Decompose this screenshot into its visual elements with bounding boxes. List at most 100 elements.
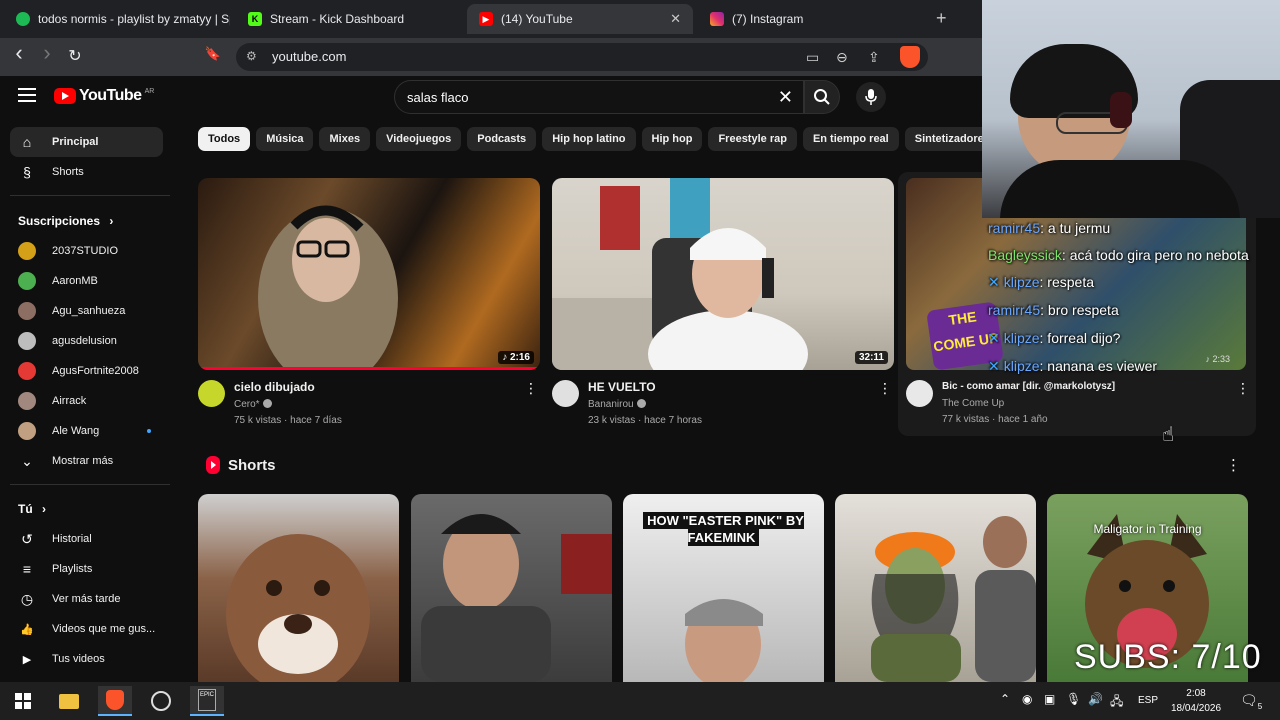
taskbar-epic-games[interactable]: EPIC <box>190 686 224 716</box>
browser-toolbar: ‹ › ↻ 🔖 ⚙ youtube.com ▭ ⊖ ⇪ <box>0 38 982 76</box>
forward-icon[interactable]: › <box>36 40 58 66</box>
sidebar-item-subscription[interactable]: Ale Wang <box>10 416 163 446</box>
short-card[interactable] <box>198 494 399 682</box>
sidebar-item-principal[interactable]: ⌂ Principal <box>10 127 163 157</box>
system-clock[interactable]: 2:08 18/04/2026 <box>1170 686 1222 716</box>
microphone-tray-icon[interactable]: 🎙 <box>1066 692 1081 706</box>
chip-todos[interactable]: Todos <box>198 127 251 151</box>
video-thumbnail[interactable]: ♪ 2:16 <box>198 178 540 370</box>
discord-icon[interactable]: ◉ <box>1022 692 1032 706</box>
sidebar-item-subscription[interactable]: Agu_sanhueza <box>10 296 163 326</box>
chip[interactable]: Mixes <box>319 127 371 151</box>
start-button[interactable] <box>6 686 40 716</box>
search-button[interactable] <box>804 80 840 114</box>
you-heading[interactable]: Tú › <box>18 502 46 516</box>
video-title[interactable]: cielo dibujado <box>234 380 315 394</box>
share-icon[interactable]: ⇪ <box>868 49 880 66</box>
short-card[interactable]: HOW "EASTER PINK" BY FAKEMINK <box>623 494 824 682</box>
channel-name[interactable]: Cero* <box>234 399 272 410</box>
tab-title: Stream - Kick Dashboard <box>270 12 405 26</box>
language-indicator[interactable]: ESP <box>1138 695 1158 706</box>
menu-icon[interactable] <box>18 88 36 102</box>
video-card[interactable]: ♪ 2:16 cielo dibujado Cero* 75 k vistas … <box>198 178 540 438</box>
taskbar-file-explorer[interactable] <box>52 686 86 716</box>
channel-name[interactable]: Bananirou <box>588 399 646 410</box>
network-icon[interactable]: 🖧 <box>1110 692 1123 713</box>
channel-avatar[interactable] <box>198 380 225 407</box>
chat-text: : respeta <box>1039 274 1095 290</box>
cast-icon[interactable]: ▭ <box>806 49 819 66</box>
taskbar-obs[interactable] <box>144 686 178 716</box>
tray-app-icon[interactable]: ▣ <box>1044 692 1055 706</box>
subscriptions-heading[interactable]: Suscripciones › <box>18 214 113 228</box>
watch-later-icon: ◷ <box>20 590 34 607</box>
short-thumbnail-art <box>421 514 612 682</box>
sidebar-item-label: Ver más tarde <box>52 593 121 605</box>
zoom-icon[interactable]: ⊖ <box>836 49 848 66</box>
tab-kick[interactable]: K Stream - Kick Dashboard <box>236 4 462 34</box>
sidebar-divider <box>10 484 170 485</box>
more-options-icon[interactable]: ⋮ <box>1226 456 1241 474</box>
address-bar[interactable]: ⚙ youtube.com ▭ ⊖ ⇪ <box>236 43 928 71</box>
sidebar-item-subscription[interactable]: Airrack <box>10 386 163 416</box>
search-input[interactable]: salas flaco ✕ <box>394 80 804 114</box>
more-options-icon[interactable]: ⋮ <box>1236 380 1250 397</box>
instagram-icon <box>710 12 724 26</box>
brave-shields-icon[interactable] <box>900 46 920 68</box>
chip[interactable]: Videojuegos <box>376 127 462 151</box>
chip[interactable]: Podcasts <box>467 127 537 151</box>
site-info-icon[interactable]: ⚙ <box>246 49 257 63</box>
chip[interactable]: Freestyle rap <box>708 127 797 151</box>
chip[interactable]: En tiempo real <box>802 127 899 151</box>
close-tab-icon[interactable]: ✕ <box>670 11 681 27</box>
sidebar-item-historial[interactable]: ↺ Historial <box>10 524 163 554</box>
sidebar-item-label: Mostrar más <box>52 455 114 467</box>
chevron-right-icon: › <box>109 214 114 228</box>
avatar <box>18 332 36 350</box>
more-options-icon[interactable]: ⋮ <box>524 380 538 397</box>
reload-icon[interactable]: ↻ <box>64 46 86 66</box>
watch-progress-bar <box>198 367 540 370</box>
back-icon[interactable]: ‹ <box>8 40 30 66</box>
chip[interactable]: Sintetizadores <box>904 127 982 151</box>
video-thumbnail[interactable]: 32:11 <box>552 178 894 370</box>
channel-name[interactable]: The Come Up <box>942 398 1004 409</box>
taskbar-brave[interactable] <box>98 686 132 716</box>
notification-center-icon[interactable]: 🗨5 <box>1240 692 1262 711</box>
sidebar-item-subscription[interactable]: AgusFortnite2008 <box>10 356 163 386</box>
youtube-logo[interactable]: YouTube AR <box>54 87 154 105</box>
more-options-icon[interactable]: ⋮ <box>878 380 892 397</box>
tab-instagram[interactable]: (7) Instagram <box>698 4 924 34</box>
sidebar-item-liked-videos[interactable]: 👍 Videos que me gus... <box>10 614 163 644</box>
tab-spotify[interactable]: todos normis - playlist by zmatyy | Sp <box>4 4 230 34</box>
tab-youtube[interactable]: ▶ (14) YouTube ✕ <box>467 4 693 34</box>
logo-region: AR <box>144 87 155 95</box>
sidebar-item-shorts[interactable]: § Shorts <box>10 157 163 187</box>
clear-search-icon[interactable]: ✕ <box>778 87 793 108</box>
volume-icon[interactable]: 🔊 <box>1088 692 1103 706</box>
voice-search-button[interactable] <box>856 82 886 112</box>
video-title[interactable]: Bic - como amar [dir. @markolotysz] <box>942 381 1115 392</box>
search-query: salas flaco <box>407 90 469 105</box>
short-card[interactable] <box>835 494 1036 682</box>
chip[interactable]: Hip hop latino <box>542 127 636 151</box>
bookmark-icon[interactable]: 🔖 <box>202 46 224 62</box>
sidebar-item-your-videos[interactable]: ▶ Tus videos <box>10 644 163 674</box>
channel-avatar[interactable] <box>906 380 933 407</box>
video-card[interactable]: 32:11 HE VUELTO Bananirou 23 k vistas · … <box>552 178 894 438</box>
new-tab-button[interactable]: + <box>936 8 947 29</box>
sidebar-item-subscription[interactable]: AaronMB <box>10 266 163 296</box>
sidebar: ⌂ Principal § Shorts Suscripciones › 203… <box>0 118 172 682</box>
short-card[interactable] <box>411 494 612 682</box>
chip[interactable]: Música <box>256 127 314 151</box>
moderator-badge-icon: ✕ <box>988 358 1000 374</box>
chip[interactable]: Hip hop <box>641 127 703 151</box>
sidebar-item-watch-later[interactable]: ◷ Ver más tarde <box>10 584 163 614</box>
sidebar-item-subscription[interactable]: agusdelusion <box>10 326 163 356</box>
show-more-button[interactable]: ⌄ Mostrar más <box>10 446 163 476</box>
sidebar-item-playlists[interactable]: ≡ Playlists <box>10 554 163 584</box>
video-title[interactable]: HE VUELTO <box>588 380 656 394</box>
tray-overflow-icon[interactable]: ⌃ <box>1000 692 1010 706</box>
sidebar-item-subscription[interactable]: 2037STUDIO <box>10 236 163 266</box>
channel-avatar[interactable] <box>552 380 579 407</box>
